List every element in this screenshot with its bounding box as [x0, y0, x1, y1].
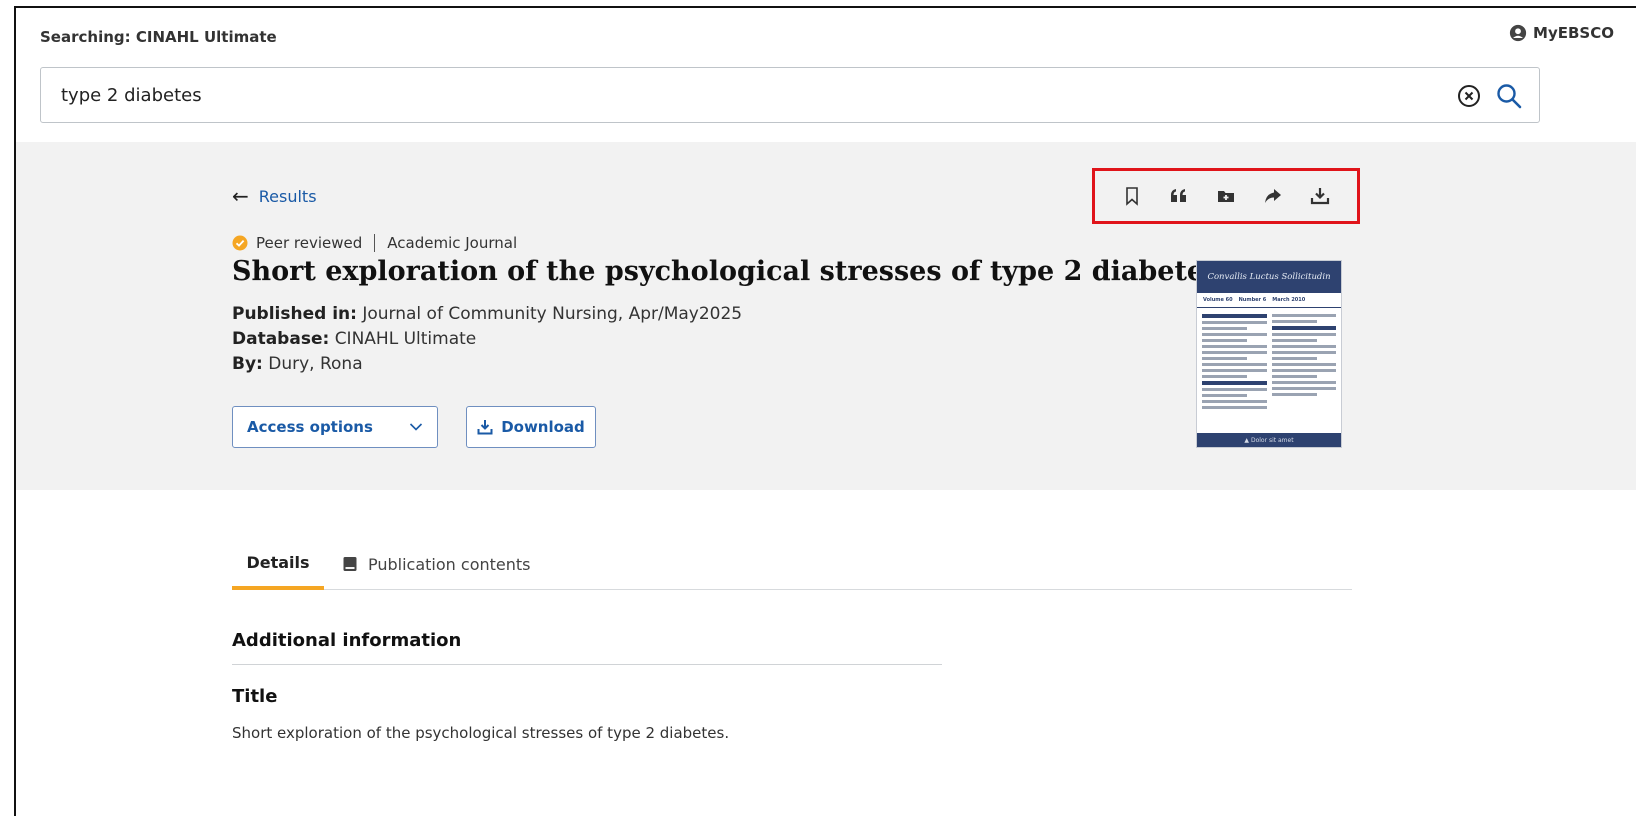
cite-button[interactable]: [1166, 183, 1192, 209]
searching-indicator: Searching: CINAHL Ultimate: [40, 28, 277, 46]
search-input[interactable]: [41, 68, 1421, 122]
author-label: By:: [232, 354, 263, 374]
back-to-results-link[interactable]: ← Results: [232, 186, 317, 206]
quote-icon: [1171, 189, 1187, 202]
back-to-results-label: Results: [258, 186, 317, 206]
bookmark-icon: [1126, 187, 1139, 206]
record-tabs: Details Publication contents: [232, 538, 1352, 590]
myebsco-link[interactable]: MyEBSCO: [1509, 24, 1614, 42]
author-value: Dury, Rona: [268, 354, 363, 374]
download-label: Download: [501, 418, 585, 436]
access-options-dropdown[interactable]: Access options: [232, 406, 438, 448]
clear-icon: [1458, 85, 1480, 107]
author-row: By: Dury, Rona: [232, 352, 742, 377]
search-icon: [1497, 84, 1522, 109]
folder-plus-icon: [1217, 191, 1234, 202]
section-divider: [232, 664, 942, 665]
article-title: Short exploration of the psychological s…: [232, 256, 1229, 287]
app-frame: Searching: CINAHL Ultimate MyEBSCO type …: [14, 6, 1636, 816]
title-field-label: Title: [232, 686, 278, 707]
tab-publication-contents[interactable]: Publication contents: [342, 538, 530, 590]
published-in-row: Published in: Journal of Community Nursi…: [232, 302, 742, 327]
database-label: Database:: [232, 329, 330, 349]
additional-information-heading: Additional information: [232, 630, 462, 651]
book-icon: [343, 557, 357, 571]
download-icon: [477, 420, 493, 435]
clear-search-button[interactable]: [1457, 84, 1481, 108]
published-in-value: Journal of Community Nursing, Apr/May202…: [362, 304, 743, 324]
share-button[interactable]: [1260, 183, 1286, 209]
access-options-label: Access options: [247, 418, 373, 436]
save-record-button[interactable]: [1119, 183, 1145, 209]
search-button[interactable]: [1495, 82, 1523, 110]
search-box: [40, 67, 1540, 123]
divider: [374, 234, 376, 252]
chevron-down-icon: [409, 423, 423, 431]
tab-publication-contents-label: Publication contents: [368, 554, 531, 574]
journal-cover-image[interactable]: Convallis Luctus Sollicitudin Volume 60 N…: [1196, 260, 1342, 448]
add-to-folder-button[interactable]: [1213, 183, 1239, 209]
top-bar: Searching: CINAHL Ultimate MyEBSCO: [16, 8, 1636, 142]
published-in-label: Published in:: [232, 304, 357, 324]
searching-database: CINAHL Ultimate: [135, 28, 277, 46]
arrow-left-icon: ←: [232, 184, 249, 208]
database-row: Database: CINAHL Ultimate: [232, 327, 742, 352]
record-toolbar: [1092, 168, 1360, 224]
record-header: ← Results Peer reviewed Academic Journal…: [16, 142, 1636, 490]
myebsco-label: MyEBSCO: [1533, 24, 1614, 42]
user-circle-icon: [1509, 24, 1527, 42]
database-value: CINAHL Ultimate: [334, 329, 477, 349]
peer-reviewed-badge-icon: [232, 235, 248, 251]
tab-details-label: Details: [246, 552, 310, 572]
title-field-value: Short exploration of the psychological s…: [232, 724, 730, 742]
publication-type-row: Peer reviewed Academic Journal: [232, 234, 517, 252]
article-metadata: Published in: Journal of Community Nursi…: [232, 302, 742, 377]
tab-details[interactable]: Details: [232, 538, 324, 590]
download-icon: [1310, 188, 1329, 205]
searching-label: Searching:: [40, 28, 131, 46]
peer-reviewed-label: Peer reviewed: [256, 234, 363, 252]
share-icon: [1264, 189, 1281, 203]
download-tool-button[interactable]: [1307, 183, 1333, 209]
download-button[interactable]: Download: [466, 406, 596, 448]
publication-type-label: Academic Journal: [387, 234, 518, 252]
